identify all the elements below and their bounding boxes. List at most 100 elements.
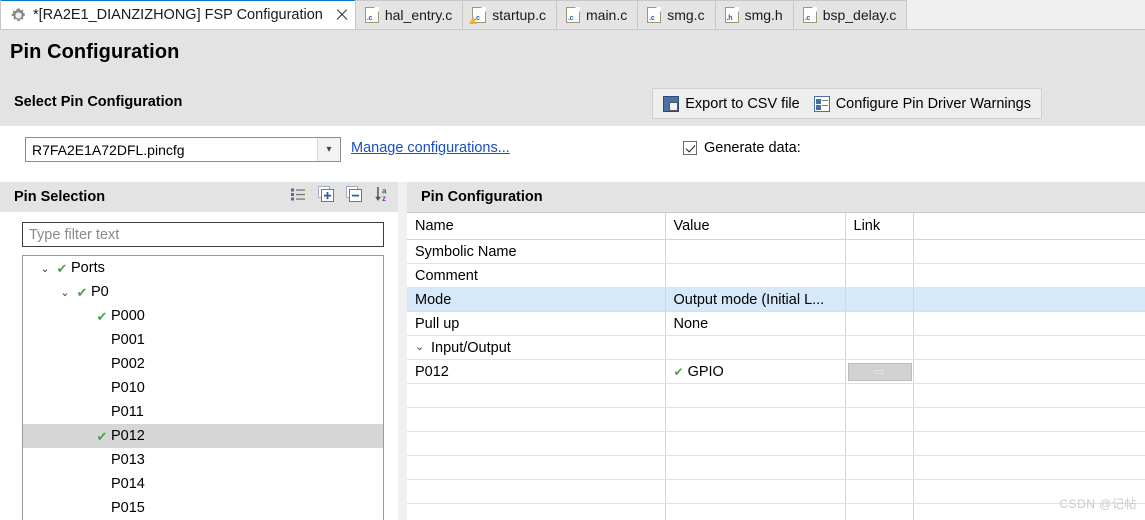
pin-selection-toolbar: a z bbox=[290, 186, 390, 203]
table-row[interactable] bbox=[407, 431, 1145, 456]
row-link bbox=[845, 455, 914, 480]
tab-startup-c[interactable]: .c startup.c bbox=[462, 0, 557, 29]
configure-pin-driver-warnings-button[interactable]: Configure Pin Driver Warnings bbox=[813, 95, 1031, 112]
row-link bbox=[845, 383, 914, 408]
link-button[interactable]: ⇨ bbox=[847, 362, 912, 381]
gear-icon bbox=[10, 7, 27, 24]
manage-configurations-link[interactable]: Manage configurations... bbox=[351, 140, 510, 156]
sort-az-icon[interactable]: a z bbox=[374, 186, 390, 203]
tab-hal-entry-c[interactable]: .c hal_entry.c bbox=[354, 0, 464, 29]
pin-tree[interactable]: ⌄ ✔ Ports ⌄ ✔ P0 ✔ P000 P001 P002 P010 P… bbox=[22, 255, 384, 520]
chevron-down-icon[interactable]: ⌄ bbox=[57, 286, 73, 299]
pin-configuration-select[interactable]: R7FA2E1A72DFL.pincfg ▾ bbox=[25, 137, 341, 162]
table-row[interactable] bbox=[407, 383, 1145, 408]
pin-configuration-select-value: R7FA2E1A72DFL.pincfg bbox=[32, 141, 185, 158]
tree-item-p014[interactable]: P014 bbox=[23, 472, 383, 496]
c-file-icon: .c bbox=[364, 7, 379, 23]
tab-bsp-delay-c[interactable]: .c bsp_delay.c bbox=[792, 0, 908, 29]
row-name bbox=[407, 455, 666, 480]
table-row[interactable] bbox=[407, 407, 1145, 432]
table-row[interactable]: Comment bbox=[407, 263, 1145, 288]
table-row[interactable]: P012 ✔ GPIO ⇨ bbox=[407, 359, 1145, 384]
row-extra bbox=[913, 455, 1145, 480]
column-header-extra[interactable] bbox=[913, 213, 1145, 240]
tab-label: main.c bbox=[586, 7, 628, 23]
row-extra bbox=[913, 311, 1145, 336]
row-name: Mode bbox=[407, 287, 666, 312]
filter-input[interactable]: Type filter text bbox=[22, 222, 384, 247]
row-name bbox=[407, 479, 666, 504]
table-row[interactable]: Symbolic Name bbox=[407, 239, 1145, 264]
table-row[interactable] bbox=[407, 479, 1145, 504]
row-link[interactable]: ⇨ bbox=[845, 359, 914, 384]
tab-fsp-configuration[interactable]: *[RA2E1_DIANZIZHONG] FSP Configuration bbox=[0, 0, 356, 29]
h-file-icon: .h bbox=[724, 7, 739, 23]
row-value bbox=[665, 455, 846, 480]
row-name: P012 bbox=[407, 359, 666, 384]
c-file-icon: .c bbox=[802, 7, 817, 23]
table-row[interactable] bbox=[407, 503, 1145, 520]
export-to-csv-button[interactable]: Export to CSV file bbox=[663, 95, 800, 112]
row-value[interactable]: None bbox=[665, 311, 846, 336]
tab-smg-c[interactable]: .c smg.c bbox=[637, 0, 716, 29]
tree-item-p002[interactable]: P002 bbox=[23, 352, 383, 376]
table-header-row: Name Value Link bbox=[407, 213, 1145, 240]
chevron-down-icon[interactable]: ⌄ bbox=[415, 340, 424, 353]
close-icon[interactable] bbox=[333, 6, 351, 24]
collapse-all-icon[interactable] bbox=[346, 186, 362, 202]
row-extra bbox=[913, 263, 1145, 288]
generate-data-checkbox[interactable] bbox=[683, 141, 697, 155]
pin-configuration-title: Pin Configuration bbox=[421, 189, 543, 205]
tree-item-ports[interactable]: ⌄ ✔ Ports bbox=[23, 256, 383, 280]
table-row[interactable]: ⌄ Input/Output bbox=[407, 335, 1145, 360]
table-row-selected[interactable]: Mode Output mode (Initial L... bbox=[407, 287, 1145, 312]
tree-item-p0[interactable]: ⌄ ✔ P0 bbox=[23, 280, 383, 304]
row-value[interactable] bbox=[665, 263, 846, 288]
column-header-value[interactable]: Value bbox=[665, 213, 846, 240]
row-value bbox=[665, 407, 846, 432]
table-row[interactable]: Pull up None bbox=[407, 311, 1145, 336]
row-name: Pull up bbox=[407, 311, 666, 336]
tree-item-p010[interactable]: P010 bbox=[23, 376, 383, 400]
row-extra bbox=[913, 383, 1145, 408]
pin-selection-header: Pin Selection a z bbox=[0, 182, 398, 212]
column-header-link[interactable]: Link bbox=[845, 213, 914, 240]
panel-sash[interactable] bbox=[398, 182, 407, 520]
row-value[interactable] bbox=[665, 239, 846, 264]
tab-main-c[interactable]: .c main.c bbox=[556, 0, 639, 29]
column-header-name[interactable]: Name bbox=[407, 213, 666, 240]
tree-item-p000[interactable]: ✔ P000 bbox=[23, 304, 383, 328]
chevron-down-icon[interactable]: ⌄ bbox=[37, 262, 53, 275]
tree-item-p011[interactable]: P011 bbox=[23, 400, 383, 424]
configuration-row: R7FA2E1A72DFL.pincfg ▾ Manage configurat… bbox=[0, 126, 1145, 288]
row-name-group[interactable]: ⌄ Input/Output bbox=[407, 335, 666, 360]
row-link bbox=[845, 263, 914, 288]
check-icon: ✔ bbox=[56, 260, 68, 276]
generate-data-label: Generate data: bbox=[704, 140, 801, 156]
row-value[interactable]: Output mode (Initial L... bbox=[665, 287, 846, 312]
row-value-group[interactable]: ✔ GPIO bbox=[665, 359, 846, 384]
row-link bbox=[845, 431, 914, 456]
row-value: GPIO bbox=[687, 363, 724, 380]
show-categories-icon[interactable] bbox=[290, 186, 306, 202]
tree-item-p012[interactable]: ✔ P012 bbox=[23, 424, 383, 448]
page-title: Pin Configuration bbox=[10, 41, 180, 63]
row-link bbox=[845, 479, 914, 504]
tree-item-label: P013 bbox=[111, 452, 145, 468]
tab-smg-h[interactable]: .h smg.h bbox=[714, 0, 794, 29]
row-name bbox=[407, 383, 666, 408]
tree-item-p015[interactable]: P015 bbox=[23, 496, 383, 520]
row-extra bbox=[913, 503, 1145, 520]
table-row[interactable] bbox=[407, 455, 1145, 480]
generate-data-group: Generate data: bbox=[683, 140, 801, 156]
tree-item-p013[interactable]: P013 bbox=[23, 448, 383, 472]
expand-all-icon[interactable] bbox=[318, 186, 334, 202]
tree-item-label: P000 bbox=[111, 308, 145, 324]
c-file-icon: .c bbox=[647, 7, 662, 23]
pin-configuration-header: Pin Configuration bbox=[407, 182, 1145, 212]
pin-properties-table: Name Value Link Symbolic Name Comment Mo… bbox=[407, 213, 1145, 520]
row-link bbox=[845, 335, 914, 360]
tree-item-p001[interactable]: P001 bbox=[23, 328, 383, 352]
chevron-down-icon: ▾ bbox=[317, 138, 340, 161]
editor-tab-bar: *[RA2E1_DIANZIZHONG] FSP Configuration .… bbox=[0, 0, 1145, 30]
